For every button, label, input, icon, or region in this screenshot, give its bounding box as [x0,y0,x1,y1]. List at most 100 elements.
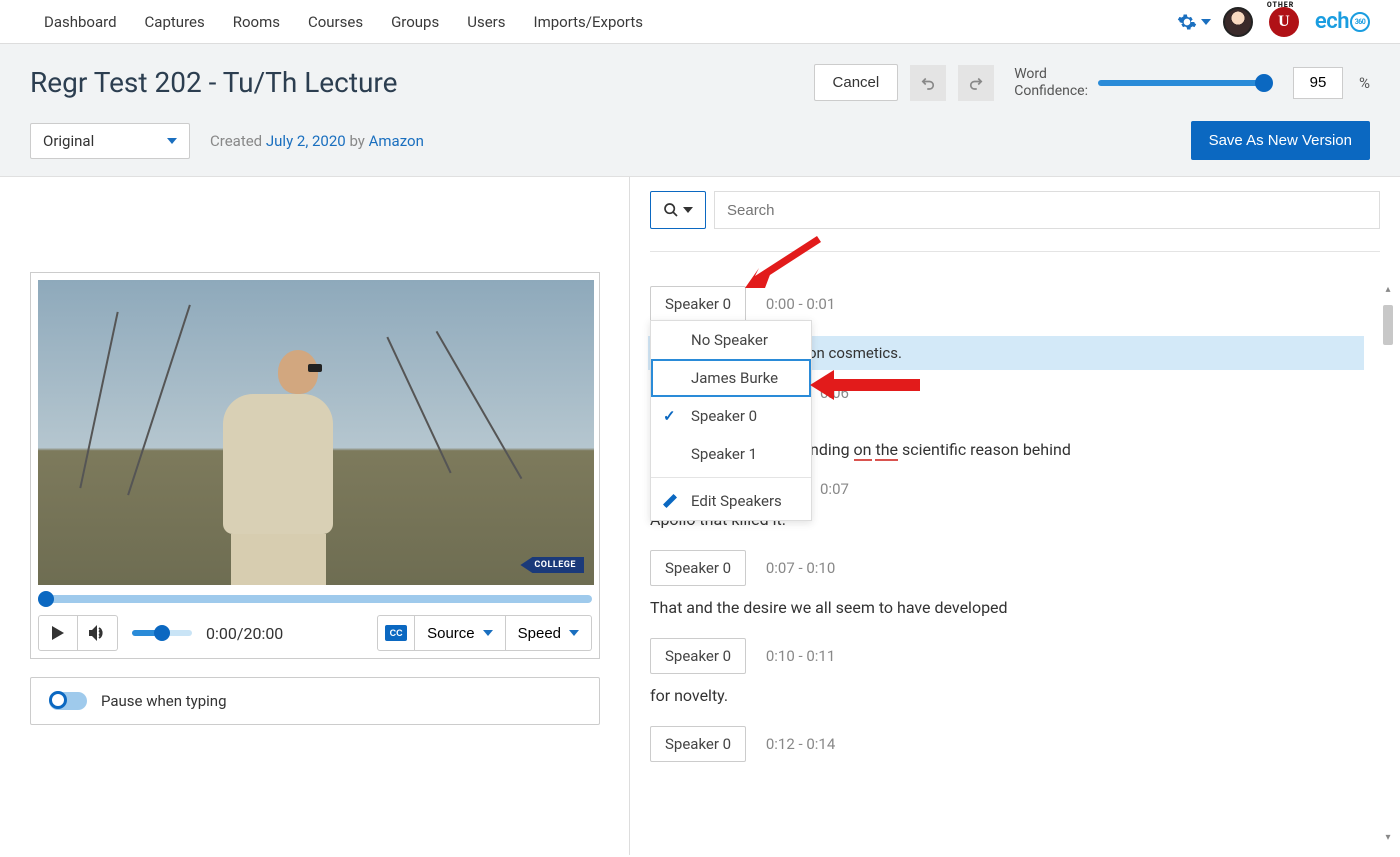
scroll-thumb[interactable] [1383,305,1393,345]
low-confidence-word[interactable]: on [854,440,872,459]
nav-courses[interactable]: Courses [294,3,377,41]
volume-icon [89,625,107,641]
confidence-input[interactable] [1293,67,1343,99]
crest-label: OTHER [1267,1,1294,9]
cc-button[interactable]: CC [377,615,415,651]
annotation-arrow-top [745,232,825,292]
nav-users[interactable]: Users [453,3,519,41]
pause-typing-toggle[interactable] [49,692,87,710]
echo-logo[interactable]: ech360 [1315,9,1370,34]
transcript-text[interactable]: for novelty. [650,684,1364,708]
caret-down-icon [683,207,693,213]
nav-captures[interactable]: Captures [131,3,219,41]
confidence-control: Word Confidence: % [1014,66,1370,100]
transcript-scrollbar[interactable]: ▴ ▾ [1380,281,1396,845]
caret-down-icon [483,630,493,636]
confidence-slider[interactable] [1098,80,1273,86]
save-version-button[interactable]: Save As New Version [1191,121,1370,160]
search-mode-dropdown[interactable] [650,191,706,229]
video-subject [223,350,358,575]
version-label: Original [43,132,94,150]
video-column: COLLEGE 0:00/20:00 CC [0,177,630,855]
play-button[interactable] [38,615,78,651]
timeline-thumb[interactable] [38,591,54,607]
settings-menu[interactable] [1177,12,1211,32]
avatar[interactable] [1223,7,1253,37]
org-crest[interactable]: OTHER U [1265,3,1303,41]
timestamp: 0:07 - 0:10 [766,559,835,577]
confidence-label: Word Confidence: [1014,66,1088,100]
timestamp: 0:12 - 0:14 [766,735,835,753]
time-display: 0:00/20:00 [206,624,283,643]
transcript-row: Speaker 0 0:10 - 0:11 for novelty. [650,638,1364,708]
transcript-row: Speaker 0 0:00 - 0:01 on cosmetics. No S… [650,286,1364,370]
transcript-row: Speaker 0 0:12 - 0:14 [650,726,1364,762]
low-confidence-word[interactable]: the [875,440,898,459]
menu-james-burke[interactable]: James Burke [651,359,811,397]
menu-edit-speakers[interactable]: Edit Speakers [651,482,811,520]
menu-separator [651,477,811,478]
page-title: Regr Test 202 - Tu/Th Lecture [30,66,814,99]
scroll-track[interactable] [1380,297,1396,829]
timestamp: 0:10 - 0:11 [766,647,835,665]
source-button[interactable]: Source [415,615,506,651]
page-header: Regr Test 202 - Tu/Th Lecture Cancel Wor… [0,44,1400,177]
play-icon [52,626,64,640]
scroll-up-icon[interactable]: ▴ [1380,281,1396,297]
transcript-row: Speaker 0 0:07 - 0:10 That and the desir… [650,550,1364,620]
top-nav: Dashboard Captures Rooms Courses Groups … [0,0,1400,44]
video-player: COLLEGE 0:00/20:00 CC [30,272,600,659]
caret-down-icon [569,630,579,636]
pct-sign: % [1359,74,1370,92]
logo-text: ech [1315,9,1349,34]
speaker-chip[interactable]: Speaker 0 [650,638,746,674]
slider-fill [1098,80,1264,86]
transcript-column: Speaker 0 0:00 - 0:01 on cosmetics. No S… [630,177,1400,855]
transcript-text[interactable]: That and the desire we all seem to have … [650,596,1364,620]
search-icon [663,202,679,218]
volume-button[interactable] [78,615,118,651]
nav-groups[interactable]: Groups [377,3,453,41]
video-timeline[interactable] [38,595,592,603]
transcript-list: Speaker 0 0:00 - 0:01 on cosmetics. No S… [650,286,1400,762]
nav-links: Dashboard Captures Rooms Courses Groups … [30,3,657,41]
cc-icon: CC [385,625,407,641]
nav-dashboard[interactable]: Dashboard [30,3,131,41]
menu-speaker-0[interactable]: Speaker 0 [651,397,811,435]
speaker-chip[interactable]: Speaker 0 [650,286,746,322]
header-row-1: Regr Test 202 - Tu/Th Lecture Cancel Wor… [30,64,1370,101]
version-select[interactable]: Original [30,123,190,159]
menu-speaker-1[interactable]: Speaker 1 [651,435,811,473]
nav-imports-exports[interactable]: Imports/Exports [519,3,657,41]
annotation-arrow-side [810,370,920,400]
toggle-knob [49,691,67,709]
search-row [650,191,1400,229]
cancel-button[interactable]: Cancel [814,64,899,101]
gear-icon [1177,12,1197,32]
nav-right: OTHER U ech360 [1177,3,1370,41]
volume-thumb[interactable] [154,625,170,641]
created-service: Amazon [369,132,424,150]
speaker-menu: No Speaker James Burke Speaker 0 Speaker… [650,320,812,521]
slider-thumb[interactable] [1255,74,1273,92]
nav-rooms[interactable]: Rooms [219,3,294,41]
caret-down-icon [1201,19,1211,25]
search-input[interactable] [714,191,1380,229]
caret-down-icon [167,138,177,144]
speaker-chip[interactable]: Speaker 0 [650,550,746,586]
menu-no-speaker[interactable]: No Speaker [651,321,811,359]
undo-button[interactable] [910,65,946,101]
redo-button[interactable] [958,65,994,101]
created-date: July 2, 2020 [266,132,346,150]
video-surface[interactable]: COLLEGE [38,280,594,585]
timestamp: 0:00 - 0:01 [766,295,835,313]
speed-button[interactable]: Speed [506,615,592,651]
scroll-down-icon[interactable]: ▾ [1380,829,1396,845]
speaker-chip[interactable]: Speaker 0 [650,726,746,762]
undo-icon [919,74,937,92]
player-controls: 0:00/20:00 CC Source Speed [38,615,592,651]
volume-slider[interactable] [132,630,192,636]
redo-icon [967,74,985,92]
pause-typing-label: Pause when typing [101,692,227,710]
main-content: COLLEGE 0:00/20:00 CC [0,177,1400,855]
